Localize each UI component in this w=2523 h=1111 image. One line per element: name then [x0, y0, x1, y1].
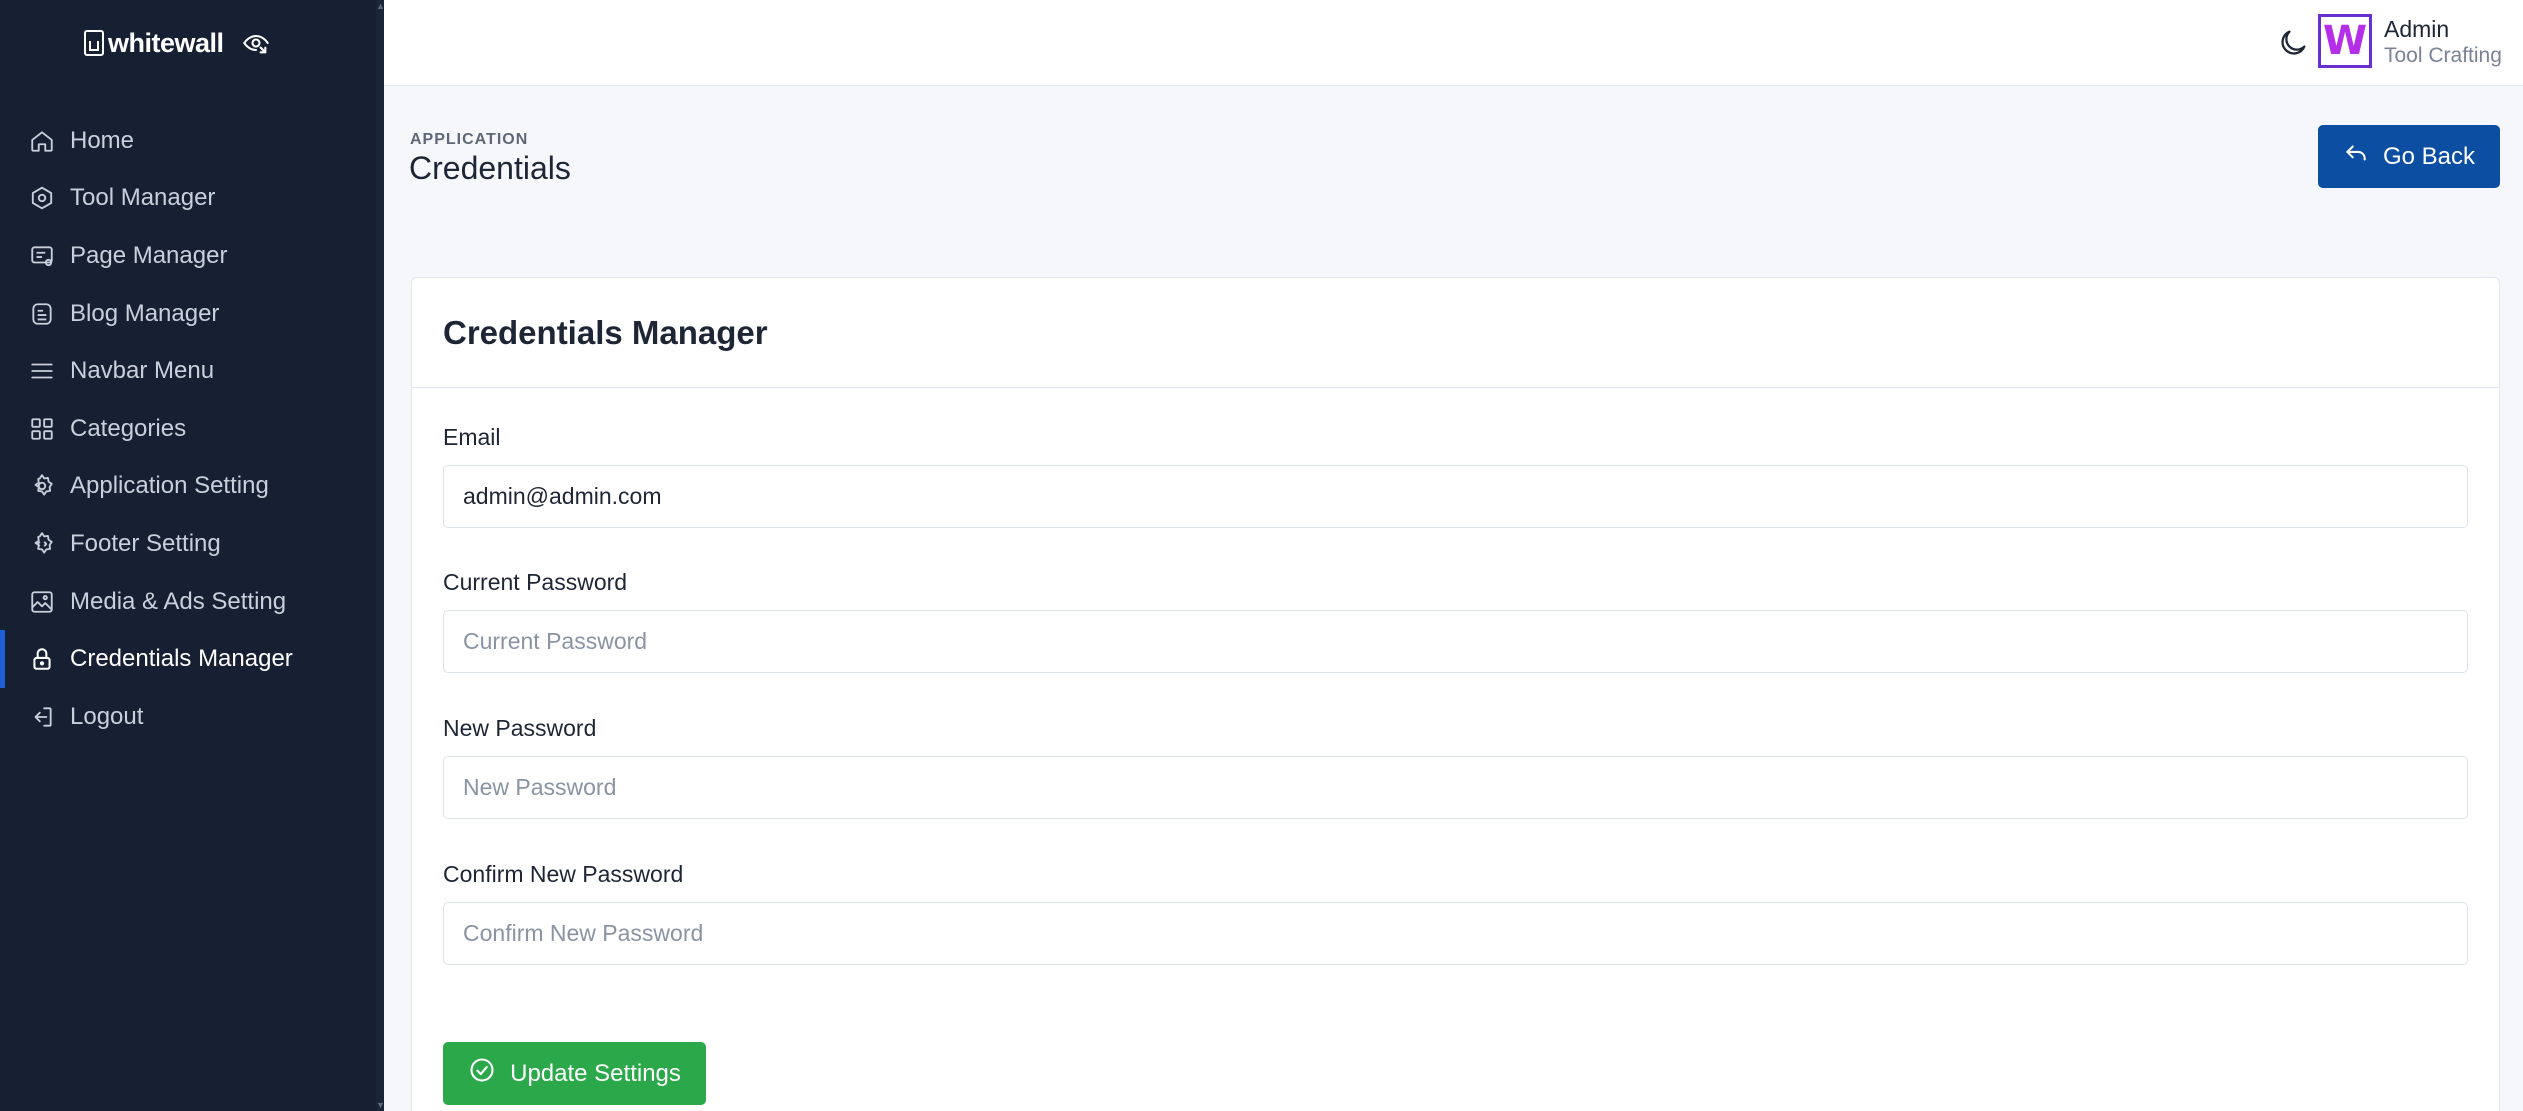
email-field[interactable]: [443, 465, 2468, 528]
confirm-password-field[interactable]: [443, 902, 2468, 965]
sidebar-item-media-ads-setting[interactable]: Media & Ads Setting: [0, 573, 376, 631]
check-circle-icon: [468, 1056, 496, 1091]
sidebar-item-navbar-menu[interactable]: Navbar Menu: [0, 342, 376, 400]
email-label: Email: [443, 424, 501, 450]
gear-icon: [28, 472, 56, 500]
sidebar-item-label: Footer Setting: [70, 529, 221, 557]
card-title: Credentials Manager: [443, 313, 768, 351]
scroll-down-icon[interactable]: ▼: [376, 1101, 385, 1110]
sidebar-item-categories[interactable]: Categories: [0, 400, 376, 458]
sidebar-scrollbar[interactable]: ▲ ▼: [376, 0, 385, 1111]
brand-logo[interactable]: whitewall: [84, 25, 272, 61]
current-password-field[interactable]: [443, 610, 2468, 673]
sidebar-item-label: Navbar Menu: [70, 357, 215, 385]
image-icon: [28, 588, 56, 616]
sidebar-item-label: Home: [70, 126, 135, 154]
sidebar-item-blog-manager[interactable]: Blog Manager: [0, 285, 376, 343]
go-back-label: Go Back: [2382, 142, 2476, 170]
avatar-letter: W: [2322, 18, 2368, 64]
new-password-field[interactable]: [443, 756, 2468, 819]
sidebar-item-label: Categories: [70, 414, 187, 442]
logout-icon: [28, 703, 56, 731]
top-header: W Admin Tool Crafting: [384, 0, 2523, 86]
sidebar-item-home[interactable]: Home: [0, 112, 376, 170]
menu-icon: [28, 357, 56, 385]
sidebar-item-application-setting[interactable]: Application Setting: [0, 458, 376, 516]
sidebar: whitewall Home Tool Manager Page Manager…: [0, 0, 385, 1111]
breadcrumb: APPLICATION: [410, 131, 529, 148]
home-icon: [28, 127, 56, 155]
sidebar-item-footer-setting[interactable]: Footer Setting: [0, 515, 376, 573]
sidebar-item-label: Page Manager: [70, 241, 228, 269]
grid-icon: [28, 415, 56, 443]
user-organization: Tool Crafting: [2384, 44, 2502, 67]
sidebar-nav: Home Tool Manager Page Manager Blog Mana…: [0, 112, 376, 746]
sidebar-item-label: Blog Manager: [70, 299, 220, 327]
sidebar-item-label: Media & Ads Setting: [70, 587, 287, 615]
sidebar-item-label: Credentials Manager: [70, 645, 293, 673]
whitewall-logo-icon: [84, 30, 104, 56]
sidebar-item-tool-manager[interactable]: Tool Manager: [0, 170, 376, 228]
sidebar-item-label: Tool Manager: [70, 184, 216, 212]
sidebar-item-logout[interactable]: Logout: [0, 688, 376, 746]
hexagon-icon: [28, 184, 56, 212]
sidebar-item-label: Logout: [70, 702, 144, 730]
update-settings-label: Update Settings: [510, 1059, 681, 1087]
brand-name: whitewall: [108, 27, 224, 58]
new-password-label: New Password: [443, 715, 597, 741]
back-arrow-icon: [2343, 140, 2369, 173]
scroll-up-icon[interactable]: ▲: [376, 2, 385, 11]
lock-icon: [28, 645, 56, 673]
sidebar-item-credentials-manager[interactable]: Credentials Manager: [0, 630, 376, 688]
moon-icon[interactable]: [2276, 26, 2310, 60]
sidebar-item-label: Application Setting: [70, 472, 269, 500]
go-back-button[interactable]: Go Back: [2318, 125, 2500, 188]
user-name[interactable]: Admin: [2384, 16, 2449, 43]
confirm-password-label: Confirm New Password: [443, 861, 684, 887]
blog-icon: [28, 300, 56, 328]
page-settings-icon: [28, 242, 56, 270]
card-header: Credentials Manager: [412, 278, 2499, 388]
sidebar-item-page-manager[interactable]: Page Manager: [0, 227, 376, 285]
avatar[interactable]: W: [2318, 14, 2372, 68]
gear-code-icon: [28, 530, 56, 558]
page-title: Credentials: [409, 150, 571, 186]
credentials-card: Credentials Manager Email Current Passwo…: [411, 277, 2500, 1111]
update-settings-button[interactable]: Update Settings: [443, 1042, 706, 1105]
eye-icon[interactable]: [240, 27, 272, 59]
current-password-label: Current Password: [443, 569, 628, 595]
